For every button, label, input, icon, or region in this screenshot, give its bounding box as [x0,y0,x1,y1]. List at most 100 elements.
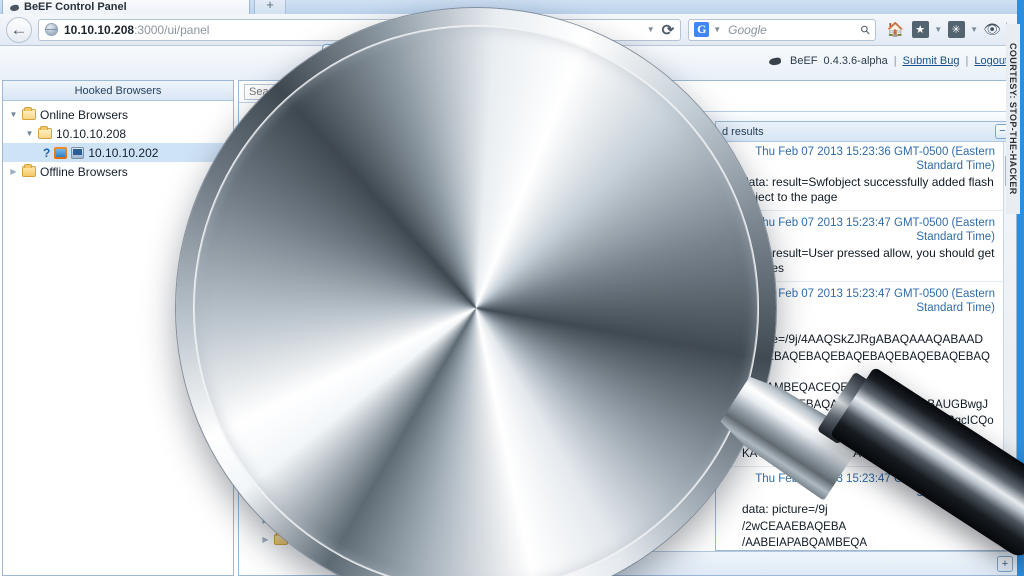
column-label: id [461,116,471,130]
module-row-fingerprint-browser[interactable]: Fingerprint Browser [239,319,447,343]
logout-link[interactable]: Logout [974,55,1008,67]
sort-asc-icon: ▲ [474,118,483,128]
column-header-date[interactable]: date [505,112,655,134]
module-row-hooked-domain[interactable]: Hooked Domain (17) [239,127,447,151]
module-row-unhook[interactable]: Unhook [239,175,447,199]
result-base64-line: BAQEBAQEBAQEBAQEBAQEBAQEBAQEBAQEB [742,351,990,378]
module-row-detect-popup-blocker[interactable]: Detect Popup Blocker [239,247,447,271]
status-dot-orange-icon [249,253,260,265]
status-dot-green-icon [249,157,260,169]
module-label: Unhook [267,180,309,194]
hooked-browsers-panel: Hooked Browsers ▼ Online Browsers ▼ 10.1… [2,80,234,576]
module-row-detect-firebug[interactable]: Detect FireBug [239,271,447,295]
result-base64-line: /2wCEAAEBAQEBA [742,520,847,533]
modules-search-input[interactable] [244,83,442,100]
chevron-right-icon[interactable]: ▶ [261,478,270,487]
beef-meta-bar: BeEF 0.4.3.6-alpha | Submit Bug | Logout [769,55,1008,67]
tree-node-offline-browsers[interactable]: ▶ Offline Browsers [3,162,233,181]
folder-icon [22,164,36,177]
beef-tabs: Commands Rider XssRays [322,44,568,72]
module-label: Hooked Domain (17) [268,132,379,146]
tree-label: Network (325) [292,494,368,509]
result-timestamp: Thu Feb 07 2013 15:23:47 GMT-0500 (Easte… [755,217,995,243]
tree-label: Social Engineering [292,532,393,547]
cell-id: 1 [461,169,468,184]
tab-xssrays[interactable]: XssRays [487,46,568,72]
module-row-get-visited-urls[interactable]: Get Visited URLs [239,343,447,367]
bookmark-star-icon[interactable]: ★ [909,19,931,41]
back-arrow-icon[interactable] [6,16,32,43]
cell-id: 0 [461,141,468,156]
results-footer: Re-execute command + [453,551,1021,575]
module-row-debug[interactable]: Debug (3) [239,391,447,415]
command-results-title: d results [722,125,764,138]
module-label: Debug (3) [267,396,321,410]
puzzle-icon[interactable]: ✳ [945,19,967,41]
chevron-right-icon[interactable]: ▶ [261,535,270,544]
browser-tab-title: BeEF Control Panel [24,1,127,13]
beef-control-panel: Commands Rider XssRays BeEF 0.4.3.6-alph… [0,44,1024,576]
cell-date: 2013-02-07 15:23 [513,141,612,156]
module-label: Fingerprint Browser [267,324,372,338]
module-results-history-title: Module Results History [465,89,621,105]
tree-node-10-10-10-208[interactable]: ▼ 10.10.10.208 [3,124,233,143]
add-button[interactable]: + [997,555,1013,572]
search-input[interactable]: G ▼ Google ⚲ [688,18,877,41]
puzzle-chevron-icon[interactable]: ▼ [970,25,978,34]
module-lower-node-phonegap[interactable]: ▶ Phonegap [239,511,447,530]
status-dot-gray-icon [249,229,260,241]
chevron-right-icon[interactable]: ▶ [261,516,270,525]
tree-label: Online Browsers [40,107,129,122]
new-tab-button[interactable]: + [254,0,286,14]
beef-topbar: Commands Rider XssRays BeEF 0.4.3.6-alph… [0,44,1024,80]
tree-label: Phonegap [292,513,347,528]
chevron-right-icon[interactable]: ▶ [261,497,270,506]
tree-label: 10.10.10.208 [56,126,127,141]
module-row-exploits[interactable]: Exploits (14) [239,415,447,439]
module-lower-node-social-engineering[interactable]: ▶ Social Engineering [239,530,447,549]
home-icon[interactable]: 🏠 [884,19,906,41]
globe-icon [45,23,58,36]
tree-label: 10.10.10.202 [88,145,159,160]
module-row-browser[interactable]: Browser (10) [239,103,447,127]
folder-icon [249,371,263,385]
browser-tab-active[interactable]: BeEF Control Panel [2,0,250,14]
beef-brand: BeEF [790,55,818,67]
tab-commands[interactable]: Commands [322,44,421,72]
tab-rider[interactable]: Rider [424,46,484,72]
result-text: data: result=User pressed allow, you sho… [742,246,995,275]
chevron-down-icon[interactable]: ▼ [9,110,18,119]
bookmark-chevron-icon[interactable]: ▼ [934,25,942,34]
search-engine-chevron-icon[interactable]: ▼ [713,25,721,34]
chevron-down-icon[interactable]: ▼ [647,25,655,34]
command-results-detail: d results − Thu Feb 07 2013 15:23:36 GMT… [715,121,1017,551]
folder-open-icon [22,107,36,120]
re-execute-command-button[interactable]: Re-execute command [461,557,578,571]
module-row-play-sound[interactable]: Play Sound [239,151,447,175]
module-label: Chrome Extensions (7) [268,372,391,386]
tree-node-online-browsers[interactable]: ▼ Online Browsers [3,105,233,124]
result-text: data: picture=/9j/4AAQSkZJRgABAQAAAQABAA… [742,317,984,346]
module-row-webcam[interactable]: Webcam [239,199,447,223]
tree-node-10-10-10-202[interactable]: ? 10.10.10.202 [3,143,233,162]
plugin-icon[interactable]: 👁 [981,19,1003,41]
column-header-id[interactable]: id ▲ [453,112,505,134]
status-dot-green-icon [249,205,260,217]
chevron-right-icon[interactable]: ▶ [9,167,18,176]
chevron-down-icon[interactable]: ▼ [25,129,34,138]
search-magnifier-icon[interactable]: ⚲ [858,21,874,37]
reload-icon[interactable]: ⟳ [662,21,675,39]
module-row-chrome-extensions[interactable]: Chrome Extensions (7) [239,367,447,391]
module-lower-node-0[interactable]: ▶ [239,473,447,492]
module-row-detect-unsafe-activex[interactable]: Detect Unsafe ActiveX [239,295,447,319]
cell-date: 2013-02-07 15:34 [513,169,612,184]
browser-toolbar-icons: 🏠 ★ ▼ ✳ ▼ 👁 ▼ [884,19,1018,41]
module-lower-node-network[interactable]: ▶ Network (325) [239,492,447,511]
module-row-host[interactable]: Host (13) [239,439,447,463]
module-label: Exploits (14) [267,420,334,434]
submit-bug-link[interactable]: Submit Bug [903,55,960,67]
folder-icon [274,475,288,488]
url-bar[interactable]: 10.10.10.208:3000/ui/panel ▼ ⟳ [38,18,682,41]
divider [716,210,1003,211]
module-row-get-visited-domains[interactable]: Get Visited Domains [239,223,447,247]
